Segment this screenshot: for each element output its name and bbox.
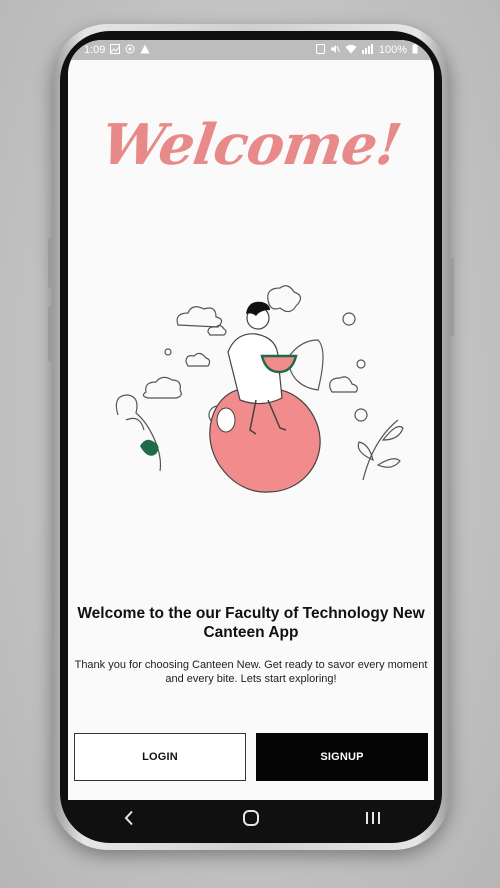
cloud-shape	[207, 324, 227, 336]
battery-icon	[412, 43, 418, 57]
mute-icon	[330, 44, 340, 57]
status-time: 1:09	[84, 44, 106, 56]
apple-shape	[209, 388, 321, 493]
bubble-shape	[342, 312, 356, 326]
welcome-title: Welcome!	[97, 112, 405, 178]
warning-icon	[140, 44, 150, 57]
wifi-icon	[345, 44, 357, 57]
system-nav-bar	[68, 800, 434, 836]
bubble-shape	[356, 359, 366, 369]
welcome-heading: Welcome to the our Faculty of Technology…	[77, 605, 425, 641]
home-icon[interactable]	[231, 803, 271, 833]
cloud-shape	[267, 285, 302, 313]
leaf-outline	[376, 458, 401, 468]
nfc-icon	[315, 43, 325, 57]
leaf-outline	[381, 425, 404, 441]
signal-icon	[361, 43, 374, 57]
gallery-icon	[110, 43, 121, 57]
plant-stem	[115, 394, 162, 472]
side-button	[48, 306, 53, 362]
recents-icon[interactable]	[353, 803, 393, 833]
cloud-shape	[329, 376, 358, 393]
apple-highlight	[216, 407, 236, 433]
plant-stem	[125, 417, 145, 431]
status-bar: 1:09 100%	[68, 40, 434, 60]
welcome-illustration	[108, 270, 408, 500]
battery-level: 100%	[378, 44, 407, 56]
welcome-subtext: Thank you for choosing Canteen New. Get …	[74, 659, 428, 685]
sync-icon	[125, 44, 135, 57]
signup-button[interactable]: SIGNUP	[256, 733, 428, 781]
back-icon[interactable]	[109, 803, 149, 833]
app-screen: 1:09 100% Welcome! Welcome to the our Fa…	[68, 40, 434, 800]
cloud-shape	[142, 376, 182, 399]
cloud-shape	[185, 352, 211, 367]
volume-button	[48, 238, 53, 288]
power-button	[449, 258, 454, 336]
bubble-shape	[354, 408, 368, 422]
login-button[interactable]: LOGIN	[74, 733, 246, 781]
bubble-shape	[164, 348, 172, 356]
cloud-shape	[176, 306, 223, 328]
